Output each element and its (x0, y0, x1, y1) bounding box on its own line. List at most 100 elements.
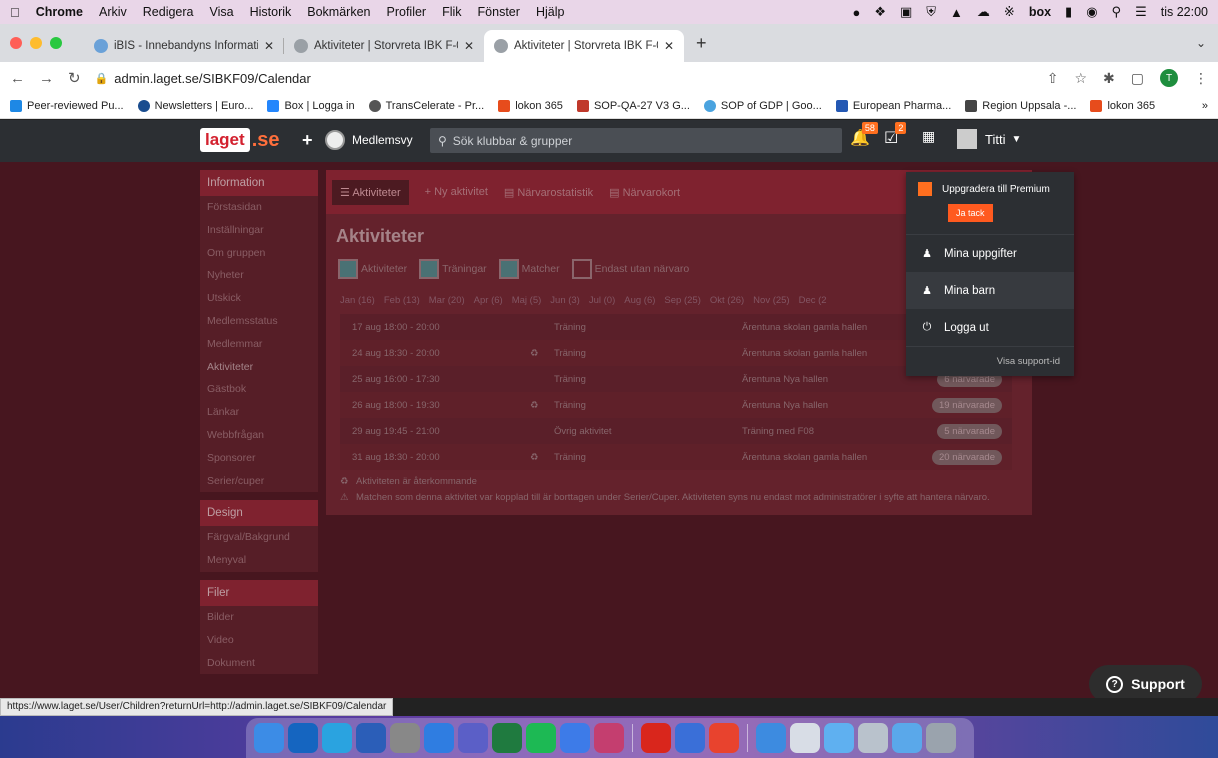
month-link[interactable]: Dec (2 (799, 295, 827, 306)
tasks-check-icon[interactable]: ☑ 2 (884, 122, 907, 148)
member-view-link[interactable]: Medlemsvy (325, 130, 413, 150)
folder-icon[interactable] (824, 723, 854, 753)
sidebar-item-video[interactable]: Video (200, 628, 318, 652)
attendance-badge[interactable]: 20 närvarade (932, 449, 1002, 465)
table-row[interactable]: 29 aug 19:45 - 21:00 Övrig aktivitet Trä… (340, 418, 1012, 444)
menu-visa[interactable]: Visa (210, 5, 234, 19)
sidebar-item-installningar[interactable]: Inställningar (200, 218, 318, 242)
tab-search-chevron-icon[interactable]: ⌄ (1196, 36, 1206, 50)
dropbox-icon[interactable] (560, 723, 590, 753)
sidebar-item-medlemsstatus[interactable]: Medlemsstatus (200, 309, 318, 333)
table-row[interactable]: 31 aug 18:30 - 20:00 ♻ Träning Ärentuna … (340, 444, 1012, 470)
back-arrow-icon[interactable]: ← (10, 70, 25, 87)
month-link[interactable]: Maj (5) (512, 295, 542, 306)
sidebar-item-forstasidan[interactable]: Förstasidan (200, 196, 318, 219)
bookmark-item[interactable]: Box | Logga in (267, 100, 355, 112)
side-panel-icon[interactable]: ▢ (1131, 70, 1144, 87)
close-window-icon[interactable] (10, 37, 22, 49)
bookmarks-overflow-icon[interactable]: » (1202, 100, 1208, 112)
sidebar-item-aktiviteter[interactable]: Aktiviteter (200, 355, 318, 379)
forward-arrow-icon[interactable]: → (39, 70, 54, 87)
month-link[interactable]: Jul (0) (589, 295, 615, 306)
menu-app-name[interactable]: Chrome (36, 5, 83, 19)
user-menu-toggle[interactable]: Titti ▼ (957, 129, 1021, 149)
battery-icon[interactable]: ▮ (1065, 4, 1072, 20)
mountain-icon[interactable]: ▲ (950, 5, 963, 20)
menu-redigera[interactable]: Redigera (143, 5, 194, 19)
bookmark-item[interactable]: lokon 365 (1090, 100, 1155, 112)
screen-icon[interactable]: ▣ (900, 4, 912, 20)
attendance-card-button[interactable]: ▤ Närvarokort (609, 186, 680, 199)
filter-endast-utan-narvaro[interactable]: Endast utan närvaro (571, 259, 689, 279)
menu-mina-uppgifter[interactable]: ♟ Mina uppgifter (906, 235, 1074, 272)
control-center-icon[interactable]: ☰ (1135, 4, 1147, 20)
month-link[interactable]: Jun (3) (550, 295, 580, 306)
sidebar-item-om-gruppen[interactable]: Om gruppen (200, 241, 318, 265)
attendance-badge[interactable]: 19 närvarade (932, 397, 1002, 413)
checkbox-unchecked[interactable] (571, 259, 592, 279)
teams-icon[interactable] (458, 723, 488, 753)
tab-aktiviteter-1[interactable]: Aktiviteter | Storvreta IBK F-09 ✕ (284, 30, 484, 62)
globe-icon[interactable] (756, 723, 786, 753)
minimize-window-icon[interactable] (30, 37, 42, 49)
outlook-icon[interactable] (288, 723, 318, 753)
system-preferences-icon[interactable] (390, 723, 420, 753)
menu-historik[interactable]: Historik (250, 5, 292, 19)
apple-icon[interactable]:  (10, 5, 20, 20)
chrome-icon[interactable] (424, 723, 454, 753)
menu-clock[interactable]: tis 22:00 (1161, 5, 1208, 19)
show-support-id-link[interactable]: Visa support-id (906, 346, 1074, 376)
bookmark-item[interactable]: TransCelerate - Pr... (368, 100, 484, 112)
finder-icon[interactable] (254, 723, 284, 753)
excel-icon[interactable] (492, 723, 522, 753)
laget-logo[interactable]: laget .se (200, 128, 280, 152)
wifi-icon[interactable]: ◉ (1086, 4, 1097, 20)
sidebar-item-bilder[interactable]: Bilder (200, 605, 318, 629)
menu-hjalp[interactable]: Hjälp (536, 5, 565, 19)
profile-avatar-icon[interactable]: T (1160, 69, 1178, 87)
menu-arkiv[interactable]: Arkiv (99, 5, 127, 19)
extensions-puzzle-icon[interactable]: ✱ (1103, 70, 1115, 87)
new-activity-button[interactable]: + Ny aktivitet (425, 186, 488, 198)
add-plus-icon[interactable]: + (302, 130, 313, 151)
checkbox-checked[interactable] (419, 259, 440, 279)
menu-bokmarken[interactable]: Bokmärken (307, 5, 370, 19)
filter-traningar[interactable]: Träningar (419, 259, 487, 279)
bookmark-item[interactable]: lokon 365 (498, 100, 563, 112)
sidebar-item-serier-cuper[interactable]: Serier/cuper (200, 469, 318, 493)
bookmark-item[interactable]: European Pharma... (835, 100, 951, 112)
sidebar-item-gastbok[interactable]: Gästbok (200, 378, 318, 402)
sidebar-item-sponsorer[interactable]: Sponsorer (200, 446, 318, 470)
attendance-stats-button[interactable]: ▤ Närvarostatistik (504, 186, 593, 199)
month-link[interactable]: Okt (26) (710, 295, 744, 306)
menu-profiler[interactable]: Profiler (387, 5, 427, 19)
share-icon[interactable]: ⇧ (1047, 70, 1059, 87)
close-tab-icon[interactable]: ✕ (264, 39, 274, 53)
checkbox-checked[interactable] (338, 259, 358, 279)
reload-icon[interactable]: ↻ (68, 69, 81, 87)
menu-mina-barn[interactable]: ♟ Mina barn (906, 272, 1074, 309)
browser-menu-icon[interactable]: ⋮ (1194, 70, 1208, 87)
bookmark-item[interactable]: Newsletters | Euro... (137, 100, 253, 112)
sidebar-item-utskick[interactable]: Utskick (200, 287, 318, 310)
bluetooth-icon[interactable]: ※ (1004, 4, 1015, 20)
month-link[interactable]: Sep (25) (664, 295, 700, 306)
folder-icon[interactable] (892, 723, 922, 753)
close-tab-icon[interactable]: ✕ (664, 39, 674, 53)
club-search-input[interactable]: ⚲ Sök klubbar & grupper (430, 128, 842, 153)
tab-ibis[interactable]: iBIS - Innebandyns Information ✕ (84, 30, 284, 62)
dropbox-icon[interactable]: ❖ (874, 4, 886, 20)
month-link[interactable]: Feb (13) (384, 295, 420, 306)
sidebar-item-fargval[interactable]: Färgval/Bakgrund (200, 526, 318, 550)
safari-icon[interactable] (322, 723, 352, 753)
premium-yes-button[interactable]: Ja tack (948, 204, 993, 222)
bookmark-star-icon[interactable]: ☆ (1074, 70, 1087, 87)
month-link[interactable]: Nov (25) (753, 295, 789, 306)
support-button[interactable]: ? Support (1089, 665, 1202, 698)
bookmark-item[interactable]: SOP of GDP | Goo... (703, 100, 822, 112)
sidebar-item-lankar[interactable]: Länkar (200, 401, 318, 424)
onenote-icon[interactable] (594, 723, 624, 753)
status-app-icon[interactable]: ● (852, 5, 860, 20)
sidebar-item-nyheter[interactable]: Nyheter (200, 264, 318, 288)
spotify-icon[interactable] (526, 723, 556, 753)
